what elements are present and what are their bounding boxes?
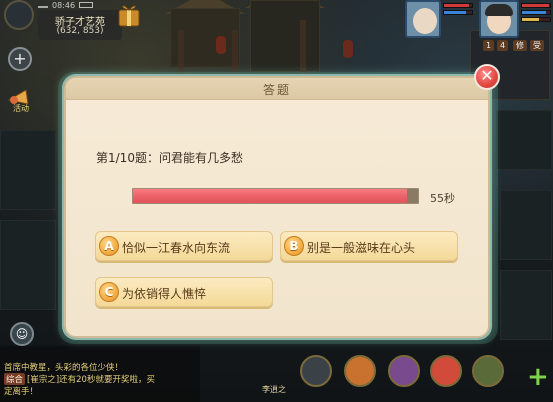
bottom-menu-icon[interactable] [430,355,462,387]
chat-text: 首席中教星，头彩的各位少侠！ [4,363,124,373]
lantern [343,40,353,58]
timer-bar [132,188,419,204]
ground-tile [500,270,552,340]
bottom-menu-icon[interactable] [472,355,504,387]
pillar [300,20,306,75]
player-mp-bar [521,10,551,15]
status-chip[interactable]: 4 [497,40,509,51]
add-icon[interactable]: + [527,364,549,390]
gift-icon[interactable] [116,0,142,30]
pet-hp-bar [443,3,473,8]
answer-text: 恰似一江春水向东流 [122,241,231,255]
answer-letter-a-icon: A [99,236,119,256]
minimap-button[interactable] [4,0,34,30]
answer-option-c[interactable]: C 为依销得人憔悴 [95,277,273,307]
chat-channel-tag: 综合 [4,373,26,385]
ground-tile [0,130,56,210]
chat-message: 定离手！ [4,385,38,397]
status-chip[interactable]: 受 [530,40,544,51]
expand-menu-button[interactable]: + [8,47,32,71]
quiz-question: 第1/10题：问君能有几多愁 [96,151,243,165]
close-button[interactable]: ✕ [474,64,500,90]
lantern [216,36,226,54]
ground-tile [0,220,56,310]
chat-text: [崔宗之]还有20秒就要开奖啦，买 [27,375,155,385]
signal-icon [38,2,48,8]
event-label: 活动 [13,104,29,113]
status-chip[interactable]: 1 [483,40,495,51]
status-chip[interactable]: 修 [513,40,527,51]
player-avatar[interactable] [479,0,519,38]
player-hp-bar [521,3,551,8]
answer-option-b[interactable]: B 别是一般滋味在心头 [280,231,458,261]
pillar [232,30,238,75]
player-hair [485,4,513,16]
bottom-menu-icon[interactable] [388,355,420,387]
answer-text: 为依销得人憔悴 [122,287,207,301]
ground-tile [500,190,552,260]
clock-time: 08:46 [52,0,76,10]
pet-face [413,8,437,34]
pavilion-building [250,0,320,72]
location-panel[interactable]: 骄子才艺苑 (632, 853) [38,10,122,40]
location-coordinates: (632, 853) [56,26,104,36]
battery-icon [79,2,94,8]
quiz-dialog-header: 答题 [66,78,488,100]
chat-bubble-icon[interactable]: ☺ [10,322,34,346]
answer-option-a[interactable]: A 恰似一江春水向东流 [95,231,273,261]
timer-bar-fill [133,189,407,203]
bottom-menu-icon[interactable] [344,355,376,387]
quiz-dialog-title: 答题 [262,83,291,97]
timer-text: 55秒 [430,192,455,205]
bottom-label: 李逍之 [262,385,286,394]
chat-text: 定离手！ [4,387,39,397]
pet-mp-bar [443,10,473,15]
bottom-menu-icon[interactable] [300,355,332,387]
chat-message: 综合 [崔宗之]还有20秒就要开奖啦，买 [4,373,155,385]
pet-avatar[interactable] [405,0,441,38]
answer-text: 别是一般滋味在心头 [307,241,416,255]
chat-panel[interactable]: 首席中教星，头彩的各位少侠！ 综合 [崔宗之]还有20秒就要开奖啦，买 定离手！ [0,346,200,402]
status-bar: 08:46 [38,0,122,10]
answer-letter-b-icon: B [284,236,304,256]
player-exp-bar [521,17,551,22]
ground-tile [496,110,552,170]
answer-letter-c-icon: C [99,282,119,302]
chat-message: 首席中教星，头彩的各位少侠！ [4,361,123,373]
pillar [178,30,184,75]
